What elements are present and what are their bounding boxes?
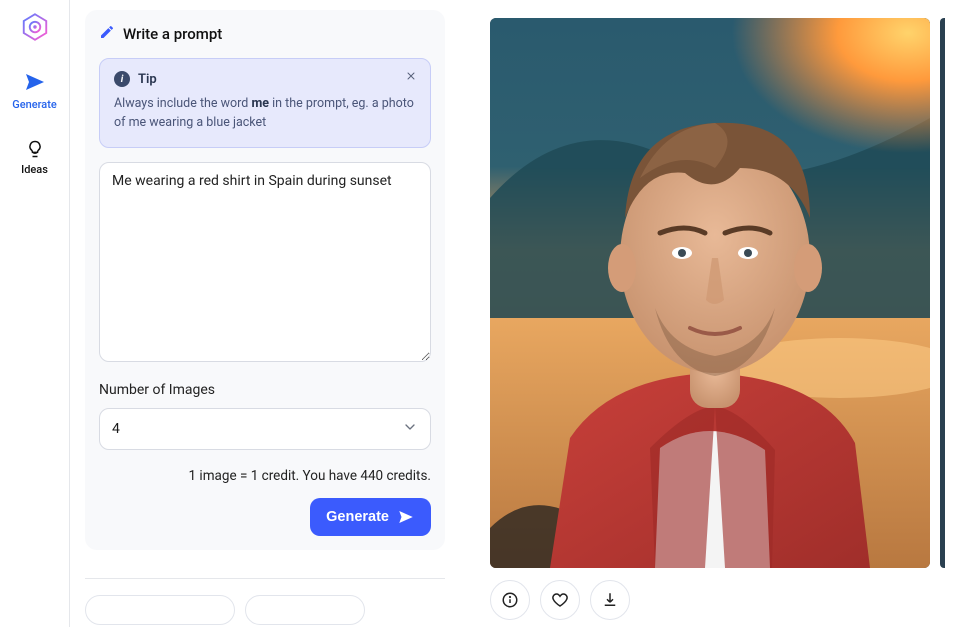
generate-button[interactable]: Generate bbox=[310, 498, 431, 536]
info-button[interactable] bbox=[490, 580, 530, 620]
sidebar: Generate Ideas bbox=[0, 0, 70, 627]
generate-button-label: Generate bbox=[326, 509, 389, 525]
chip-1[interactable] bbox=[85, 595, 235, 625]
chevron-down-icon bbox=[402, 419, 418, 439]
nav-ideas-label: Ideas bbox=[21, 163, 48, 176]
download-button[interactable] bbox=[590, 580, 630, 620]
nav-ideas[interactable]: Ideas bbox=[5, 139, 65, 176]
prompt-input[interactable] bbox=[99, 162, 431, 362]
pencil-icon bbox=[99, 24, 115, 44]
heart-icon bbox=[551, 591, 569, 609]
lightbulb-icon bbox=[25, 139, 45, 159]
download-icon bbox=[601, 591, 619, 609]
send-icon bbox=[397, 508, 415, 526]
tip-title: Tip bbox=[138, 72, 157, 87]
panel-header: Write a prompt bbox=[99, 24, 431, 44]
info-icon: i bbox=[114, 71, 130, 87]
prompt-panel: Write a prompt i Tip Always include the … bbox=[70, 0, 460, 627]
next-image-sliver[interactable] bbox=[940, 18, 945, 568]
tip-box: i Tip Always include the word me in the … bbox=[99, 58, 431, 148]
panel-title: Write a prompt bbox=[123, 25, 222, 43]
info-icon bbox=[501, 591, 519, 609]
num-images-value: 4 bbox=[112, 421, 120, 437]
prompt-card: Write a prompt i Tip Always include the … bbox=[85, 10, 445, 550]
send-icon bbox=[23, 70, 47, 94]
image-actions bbox=[490, 580, 930, 620]
tip-body: Always include the word me in the prompt… bbox=[114, 95, 416, 133]
chips-row bbox=[85, 595, 445, 625]
num-images-label: Number of Images bbox=[99, 382, 431, 398]
credits-line: 1 image = 1 credit. You have 440 credits… bbox=[99, 468, 431, 484]
tip-close-button[interactable] bbox=[402, 69, 420, 87]
num-images-select[interactable]: 4 bbox=[99, 408, 431, 450]
app-logo bbox=[20, 12, 50, 42]
divider bbox=[85, 578, 445, 579]
chip-2[interactable] bbox=[245, 595, 365, 625]
generated-image[interactable] bbox=[490, 18, 930, 568]
like-button[interactable] bbox=[540, 580, 580, 620]
nav-generate-label: Generate bbox=[12, 98, 57, 111]
nav-generate[interactable]: Generate bbox=[5, 70, 65, 111]
result-column bbox=[490, 18, 930, 627]
results-area bbox=[460, 0, 955, 627]
